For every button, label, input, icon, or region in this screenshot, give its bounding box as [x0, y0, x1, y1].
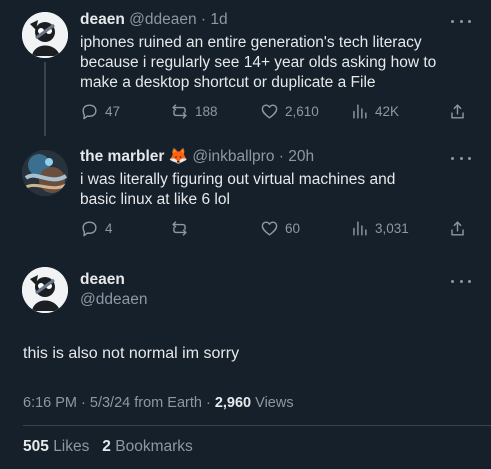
share-icon	[451, 103, 464, 119]
post-time[interactable]: 6:16 PM	[23, 395, 77, 411]
post-deaen[interactable]: deaen @ddeaen · 1d iphones ruined an ent…	[0, 0, 491, 140]
avatar-image	[22, 12, 68, 58]
avatar-image	[22, 267, 68, 313]
post-text: iphones ruined an entire generation's te…	[80, 34, 437, 91]
heart-icon	[261, 220, 278, 236]
author-name[interactable]: deaen	[80, 270, 125, 290]
author-handle[interactable]: @ddeaen	[129, 11, 196, 28]
more-dots-icon[interactable]	[451, 16, 471, 26]
post-date[interactable]: 5/3/24	[90, 395, 130, 411]
post-actions: 4 60 3,031	[80, 218, 472, 238]
post-time[interactable]: 1d	[210, 11, 227, 28]
repost-icon	[172, 220, 187, 236]
more-dots-icon[interactable]	[451, 153, 471, 163]
repost-button[interactable]	[170, 218, 195, 238]
author-name-text: deaen	[80, 271, 125, 288]
likes-count: 505	[23, 438, 49, 455]
views-count: 3,031	[375, 220, 409, 236]
bookmarks-label: Bookmarks	[115, 438, 193, 455]
post-text: i was literally figuring out virtual mac…	[80, 171, 396, 208]
separator-dot: ·	[77, 395, 90, 411]
divider	[23, 425, 491, 426]
reply-button[interactable]: 4	[80, 218, 113, 238]
thread-line	[44, 62, 46, 136]
separator-dot: ·	[201, 395, 215, 411]
author-name[interactable]: deaen	[80, 11, 125, 28]
reply-count: 47	[105, 103, 121, 119]
repost-icon	[172, 103, 187, 119]
post-source: from Earth	[134, 395, 202, 411]
views-count: 42K	[375, 103, 400, 119]
repost-count: 188	[195, 103, 218, 119]
bookmarks-stat[interactable]: 2 Bookmarks	[102, 438, 192, 455]
reply-icon	[82, 103, 97, 119]
engagement-stats: 505 Likes 2 Bookmarks	[23, 438, 193, 456]
post-meta: 6:16 PM · 5/3/24 from Earth · 2,960 View…	[23, 395, 294, 411]
like-count: 60	[285, 220, 301, 236]
views-label: Views	[255, 395, 294, 411]
like-button[interactable]: 60	[260, 218, 300, 238]
like-button[interactable]: 2,610	[260, 101, 319, 121]
share-button[interactable]	[448, 101, 467, 121]
post-header: the marbler 🦊 @inkballpro · 20h	[80, 147, 314, 167]
share-button[interactable]	[448, 218, 467, 238]
views-button[interactable]: 3,031	[350, 218, 409, 238]
separator-dot: ·	[274, 148, 289, 165]
avatar[interactable]	[22, 12, 68, 58]
reply-count: 4	[105, 220, 113, 236]
views-bar-icon	[353, 103, 367, 119]
author-handle-text: @ddeaen	[80, 291, 148, 308]
likes-stat[interactable]: 505 Likes	[23, 438, 89, 455]
avatar-image	[22, 150, 68, 196]
author-handle[interactable]: @ddeaen	[80, 290, 147, 310]
reply-icon	[82, 220, 97, 236]
author-handle[interactable]: @inkballpro	[192, 148, 274, 165]
separator-dot: ·	[196, 11, 211, 28]
post-header: deaen @ddeaen · 1d	[80, 10, 228, 30]
focused-post-text: this is also not normal im sorry	[23, 345, 240, 362]
avatar[interactable]	[22, 150, 68, 196]
repost-button[interactable]: 188	[170, 101, 218, 121]
author-name[interactable]: the marbler	[80, 148, 164, 165]
views-bar-icon	[353, 220, 367, 236]
heart-icon	[261, 103, 278, 119]
avatar[interactable]	[22, 267, 68, 313]
fox-emoji: 🦊	[168, 148, 189, 165]
share-icon	[451, 220, 464, 236]
reply-button[interactable]: 47	[80, 101, 120, 121]
views-count: 2,960	[214, 395, 252, 411]
like-count: 2,610	[285, 103, 319, 119]
bookmarks-count: 2	[102, 438, 111, 455]
more-dots-icon[interactable]	[451, 276, 471, 286]
views-button[interactable]: 42K	[350, 101, 399, 121]
post-time[interactable]: 20h	[288, 148, 314, 165]
post-actions: 47 188 2,610 42K	[80, 101, 472, 121]
post-the-marbler[interactable]: the marbler 🦊 @inkballpro · 20h i was li…	[0, 140, 491, 250]
likes-label: Likes	[53, 438, 90, 455]
